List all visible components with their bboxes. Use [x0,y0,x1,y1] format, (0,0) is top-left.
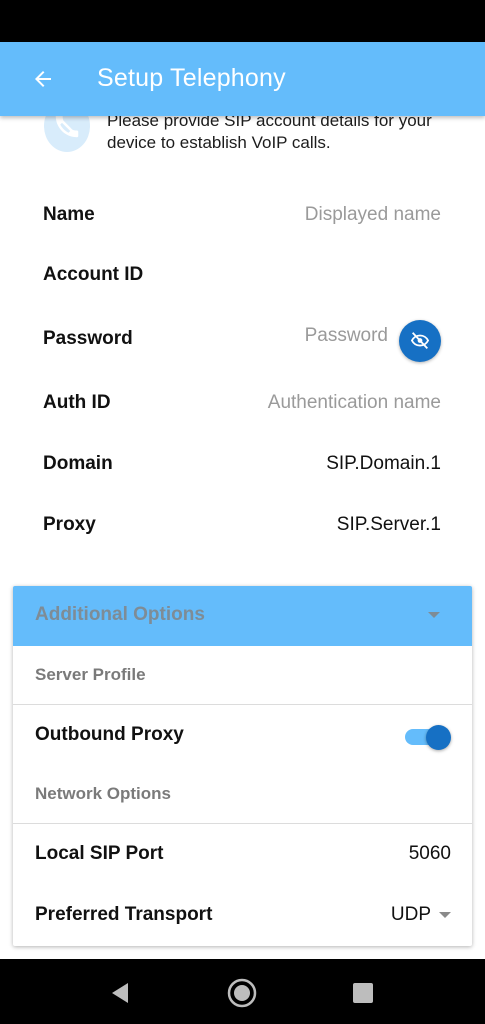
local-sip-port-label: Local SIP Port [35,843,164,864]
proxy-label: Proxy [43,514,96,535]
preferred-transport-row[interactable]: Preferred Transport UDP [35,898,451,934]
intro-text: Please provide SIP account details for y… [107,116,432,152]
divider [13,704,472,705]
auth-id-input[interactable]: Authentication name [268,392,441,414]
nav-home-icon[interactable] [224,975,260,1011]
nav-recents-icon[interactable] [345,975,381,1011]
dropdown-caret-icon [439,912,451,918]
outbound-proxy-row[interactable]: Outbound Proxy [35,718,451,754]
additional-options-header[interactable]: Additional Options [13,586,472,646]
name-input[interactable]: Displayed name [305,204,441,226]
password-label: Password [43,328,133,349]
preferred-transport-select[interactable]: UDP [391,904,451,926]
intro-section: Please provide SIP account details for y… [44,116,464,164]
password-input[interactable]: Password [305,325,388,347]
domain-input[interactable]: SIP.Domain.1 [326,453,441,475]
phone-disabled-icon [44,116,90,152]
name-label: Name [43,204,95,225]
auth-id-field[interactable]: Auth ID Authentication name [43,384,443,424]
local-sip-port-input[interactable]: 5060 [409,843,451,865]
preferred-transport-value: UDP [390,904,431,925]
eye-off-icon[interactable] [399,320,441,362]
preferred-transport-label: Preferred Transport [35,904,213,925]
additional-options-title: Additional Options [35,604,205,625]
name-field[interactable]: Name Displayed name [43,196,443,236]
back-arrow-icon[interactable] [26,62,60,96]
domain-label: Domain [43,453,113,474]
additional-options-card: Additional Options Server Profile Outbou… [13,586,472,946]
proxy-input[interactable]: SIP.Server.1 [337,514,441,536]
password-field[interactable]: Password Password [43,320,443,366]
local-sip-port-row[interactable]: Local SIP Port 5060 [35,837,451,873]
outbound-proxy-toggle[interactable] [403,725,451,750]
account-id-field[interactable]: Account ID [43,256,443,296]
chevron-down-icon[interactable] [428,612,440,618]
outbound-proxy-label: Outbound Proxy [35,724,184,745]
server-profile-label: Server Profile [35,665,146,684]
app-bar: Setup Telephony [0,42,485,116]
proxy-field[interactable]: Proxy SIP.Server.1 [43,506,443,546]
system-nav-bar [0,959,485,1024]
nav-back-icon[interactable] [102,975,138,1011]
domain-field[interactable]: Domain SIP.Domain.1 [43,445,443,485]
network-options-label: Network Options [35,784,172,803]
status-bar [0,0,485,42]
toggle-thumb [426,725,451,750]
divider [13,823,472,824]
auth-id-label: Auth ID [43,392,111,413]
page-title: Setup Telephony [97,64,286,92]
setup-form: Please provide SIP account details for y… [0,116,485,959]
account-id-label: Account ID [43,264,144,285]
